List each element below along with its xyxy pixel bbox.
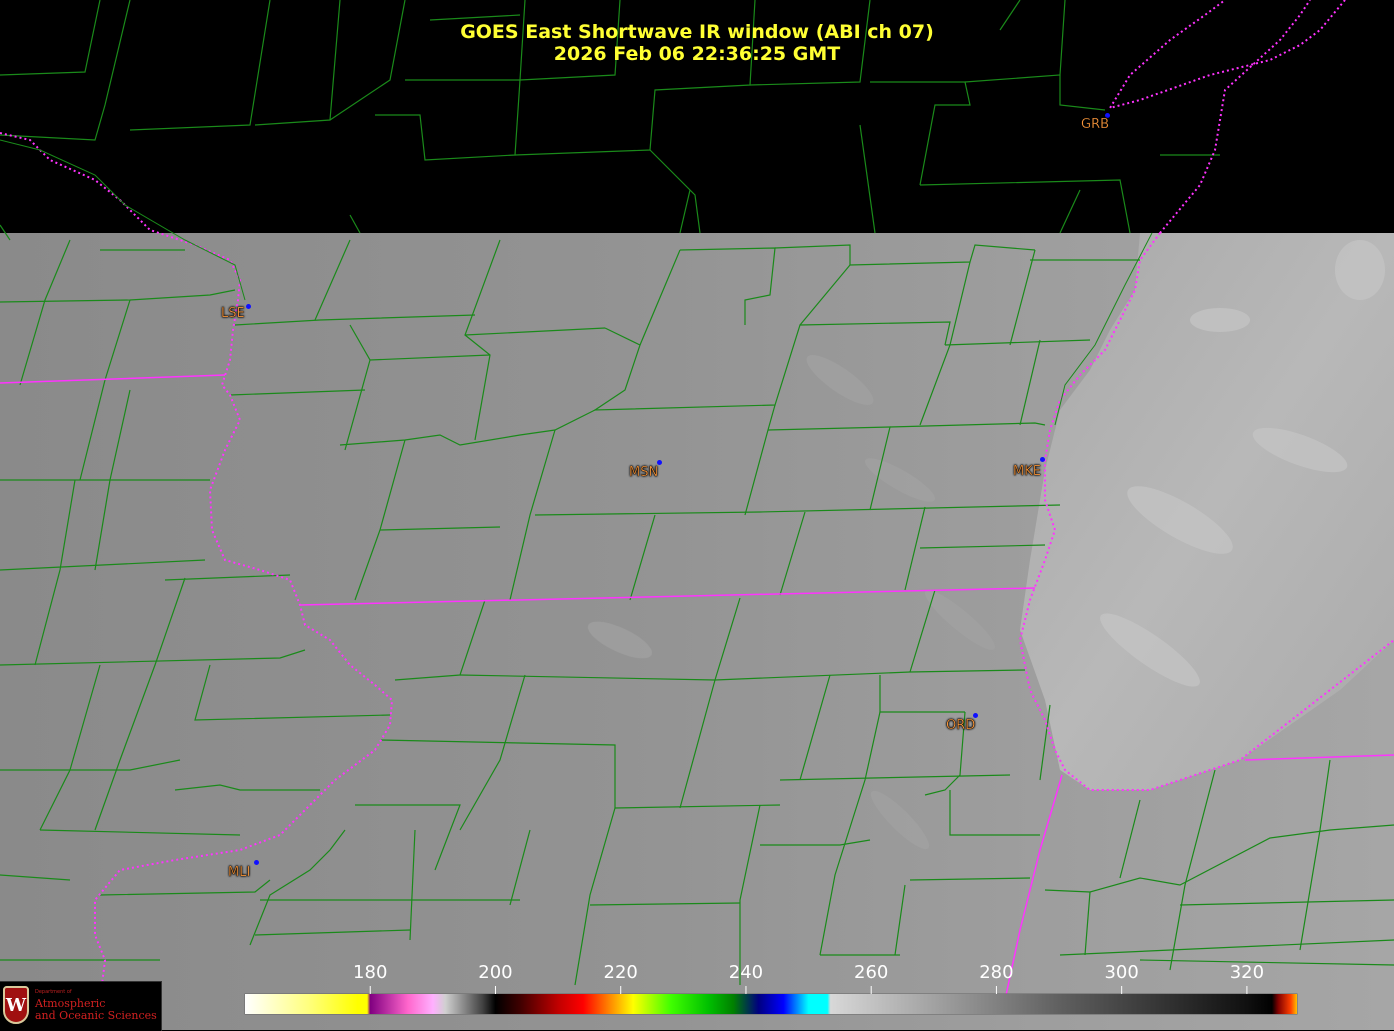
colorbar-tick-label: 200: [478, 962, 513, 983]
map-timestamp: 2026 Feb 06 22:36:25 GMT: [553, 43, 841, 65]
satellite-map: [0, 0, 1394, 1030]
colorbar-gradient: [245, 994, 1297, 1014]
logo-department-text: Department of: [35, 989, 72, 995]
city-label-grb: GRB: [1081, 117, 1110, 132]
colorbar-tick-label: 180: [353, 962, 388, 983]
mke-marker: [1040, 457, 1045, 462]
colorbar-tick-label: 320: [1229, 962, 1265, 983]
colorbar-tick-label: 240: [728, 962, 764, 983]
city-label-mke: MKE: [1013, 464, 1041, 479]
city-label-lse: LSE: [221, 306, 245, 321]
city-label-msn: MSN: [629, 465, 659, 480]
map-title: GOES East Shortwave IR window (ABI ch 07…: [460, 21, 934, 43]
lse-marker: [246, 304, 251, 309]
aos-logo: W Department of Atmospheric and Oceanic …: [0, 981, 162, 1031]
uw-shield-icon: W: [3, 986, 29, 1024]
mli-marker: [254, 860, 259, 865]
city-label-mli: MLI: [228, 865, 251, 880]
city-label-ord: ORD: [946, 718, 976, 733]
colorbar-tick-label: 220: [603, 962, 638, 983]
colorbar-tick-label: 300: [1104, 962, 1139, 983]
colorbar-tick-label: 280: [979, 962, 1014, 983]
colorbar-tick-label: 260: [854, 962, 889, 983]
logo-oceanic-text: and Oceanic Sciences: [35, 1009, 157, 1022]
